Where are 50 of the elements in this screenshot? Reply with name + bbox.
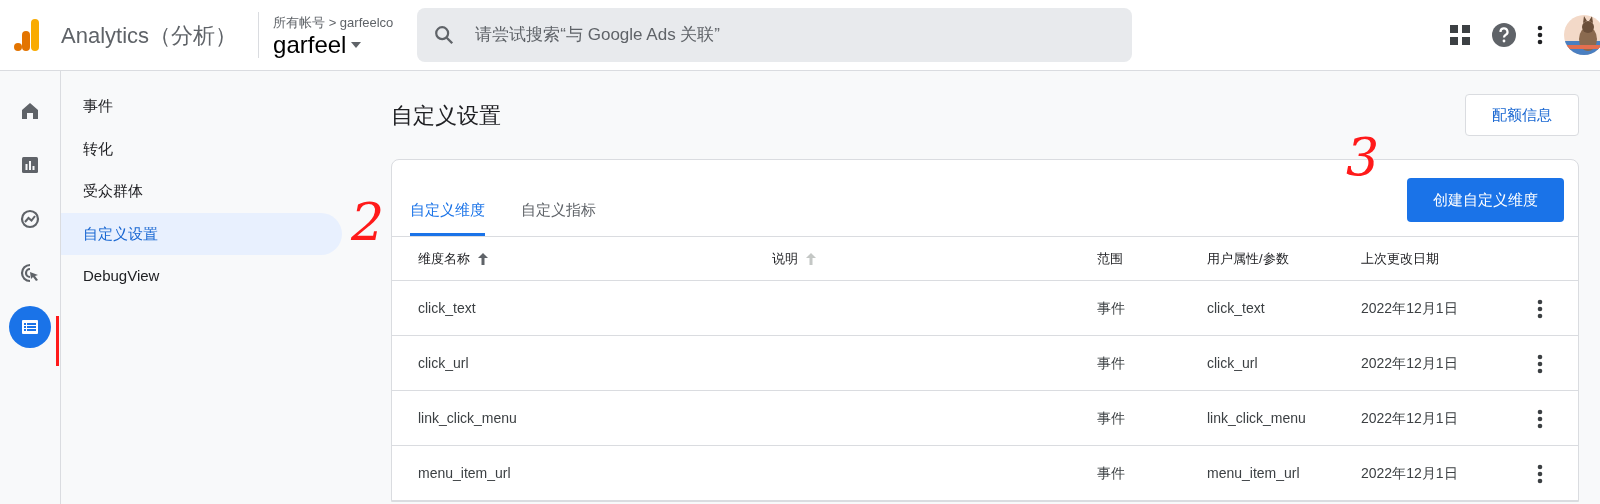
- table-cell: click_text: [418, 299, 476, 316]
- table-cell: 事件: [1097, 464, 1125, 481]
- table-cell: click_url: [1207, 354, 1258, 371]
- create-dimension-button[interactable]: 创建自定义维度: [1407, 177, 1564, 222]
- table-cell: menu_item_url: [1207, 464, 1300, 481]
- table-cell: click_url: [418, 354, 469, 371]
- annotation-number: 3: [1346, 131, 1380, 183]
- table-cell: 2022年12月1日: [1361, 299, 1458, 316]
- annotation-number: 2: [351, 196, 385, 248]
- table-cell: 2022年12月1日: [1361, 354, 1458, 371]
- table-cell: 事件: [1097, 354, 1125, 371]
- table-cell: 2022年12月1日: [1361, 409, 1458, 426]
- more-menu-icon: [1537, 353, 1543, 374]
- table-cell: 2022年12月1日: [1361, 464, 1458, 481]
- help-icon[interactable]: [1492, 23, 1516, 47]
- more-menu-icon: [1537, 408, 1543, 429]
- table-cell: 事件: [1097, 409, 1125, 426]
- apps-grid-icon[interactable]: [1449, 24, 1471, 46]
- column-header: 范围: [1097, 249, 1123, 268]
- column-header: 上次更改日期: [1361, 249, 1439, 268]
- trend-chart-icon: [18, 207, 42, 231]
- account-picker[interactable]: garfeel: [273, 32, 394, 57]
- caret-icon: [349, 40, 362, 49]
- sort-arrow-icon[interactable]: [477, 251, 489, 266]
- table-cell: 事件: [1097, 299, 1125, 316]
- account-breadcrumb[interactable]: 所有帐号 > garfeelco: [273, 13, 394, 33]
- quota-button[interactable]: 配额信息: [1465, 93, 1579, 137]
- tab[interactable]: 自定义维度: [410, 188, 485, 236]
- product-name: Analytics（分析）: [61, 21, 238, 50]
- table-cell: link_click_menu: [418, 409, 517, 426]
- sidebar-item[interactable]: 转化: [61, 127, 342, 170]
- sidebar-item[interactable]: 自定义设置: [61, 212, 342, 255]
- rail-button[interactable]: [9, 306, 51, 348]
- more-menu-icon: [1537, 463, 1543, 484]
- page-title: 自定义设置: [391, 101, 501, 130]
- sidebar-item[interactable]: DebugView: [61, 255, 342, 298]
- more-menu-icon[interactable]: [1537, 25, 1543, 45]
- table-cell: click_text: [1207, 299, 1265, 316]
- tab[interactable]: 自定义指标: [521, 188, 596, 236]
- sidebar-item[interactable]: 事件: [61, 85, 342, 128]
- analytics-logo-icon: [14, 19, 40, 51]
- more-menu-icon: [1537, 298, 1543, 319]
- sidebar-item[interactable]: 受众群体: [61, 170, 342, 213]
- column-header: 用户属性/参数: [1207, 249, 1289, 268]
- table-cell: link_click_menu: [1207, 409, 1306, 426]
- column-header[interactable]: 维度名称: [418, 248, 470, 269]
- search-field[interactable]: 请尝试搜索“与 Google Ads 关联”: [417, 8, 1133, 62]
- column-header[interactable]: 说明: [772, 248, 798, 269]
- annotation-line: [56, 316, 59, 366]
- table-cell: menu_item_url: [418, 464, 511, 481]
